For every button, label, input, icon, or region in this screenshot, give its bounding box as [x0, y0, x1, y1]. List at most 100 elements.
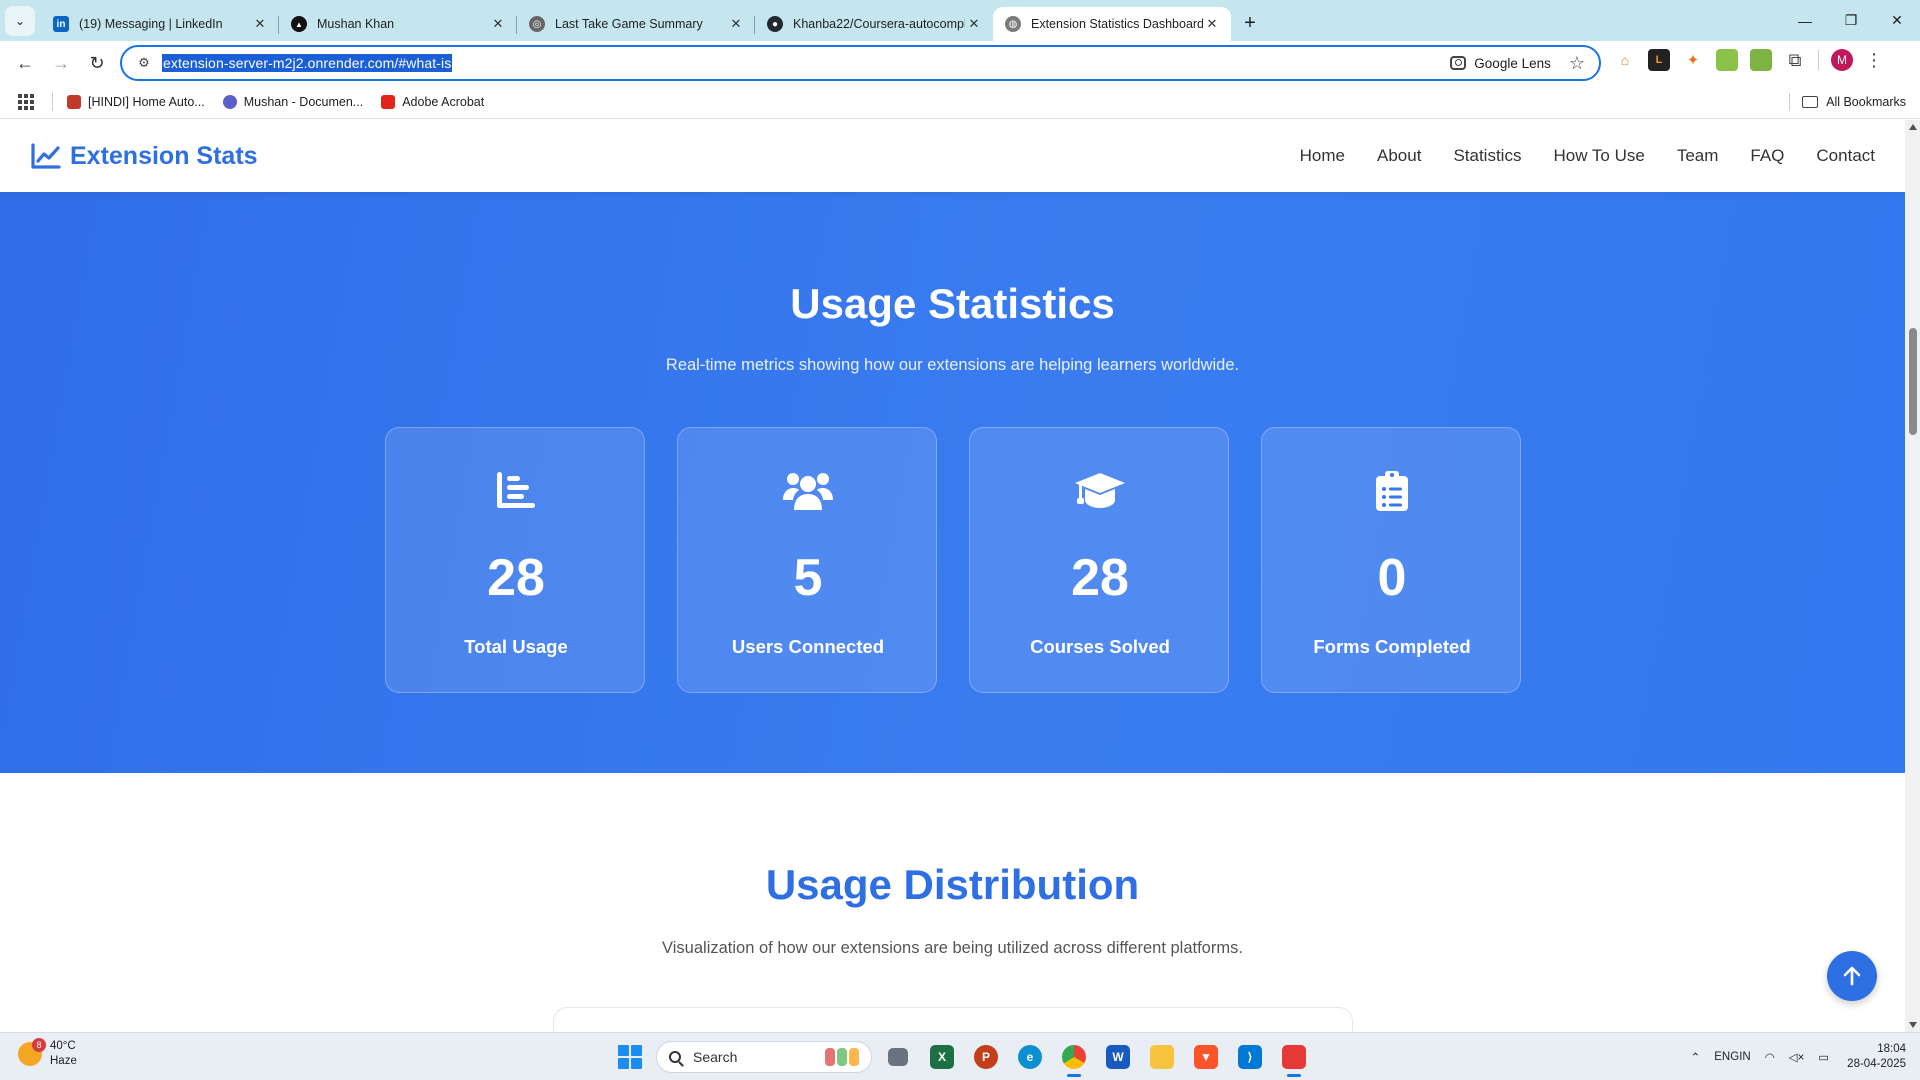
- page-viewport: Extension Stats Home About Statistics Ho…: [0, 120, 1905, 1032]
- lang-code: ENG: [1714, 1050, 1740, 1063]
- stat-card-courses-solved: 28 Courses Solved: [969, 427, 1229, 693]
- avatar[interactable]: M: [1831, 49, 1853, 71]
- edge-icon[interactable]: e: [1012, 1039, 1048, 1075]
- clock[interactable]: 18:04 28-04-2025: [1847, 1042, 1906, 1072]
- close-icon[interactable]: ✕: [727, 15, 745, 33]
- bookmark-item[interactable]: [HINDI] Home Auto...: [67, 94, 205, 109]
- folder-icon: [1802, 95, 1819, 108]
- linkedin-icon: in: [53, 16, 69, 32]
- bookmark-separator: [52, 92, 53, 111]
- close-icon[interactable]: ✕: [489, 15, 507, 33]
- extension-home-icon[interactable]: ⌂: [1614, 49, 1636, 71]
- nav-home[interactable]: Home: [1300, 146, 1345, 166]
- section-title: Usage Statistics: [790, 280, 1115, 327]
- weather-widget[interactable]: 8 40°C Haze: [18, 1038, 77, 1069]
- graduation-cap-icon: [970, 470, 1230, 514]
- bookmark-item[interactable]: Mushan - Documen...: [222, 94, 363, 109]
- site-logo[interactable]: Extension Stats: [31, 142, 258, 171]
- nav-faq[interactable]: FAQ: [1750, 146, 1784, 166]
- taskbar-search[interactable]: Search: [656, 1041, 872, 1073]
- forward-icon[interactable]: →: [44, 46, 78, 80]
- new-tab-button[interactable]: +: [1235, 8, 1265, 38]
- nav-contact[interactable]: Contact: [1816, 146, 1875, 166]
- task-view-icon[interactable]: [880, 1039, 916, 1075]
- vscode-icon[interactable]: ⟩: [1232, 1039, 1268, 1075]
- tab-github[interactable]: ● Khanba22/Coursera-autocompl ✕: [755, 7, 993, 41]
- excel-icon[interactable]: X: [924, 1039, 960, 1075]
- scrollbar-thumb[interactable]: [1909, 328, 1917, 435]
- back-icon[interactable]: ←: [8, 46, 42, 80]
- bookmark-item[interactable]: Adobe Acrobat: [381, 94, 484, 109]
- nav-about[interactable]: About: [1377, 146, 1421, 166]
- adobe-acrobat-icon: [381, 94, 396, 109]
- puzzle-icon[interactable]: ⧉: [1784, 50, 1806, 71]
- language-indicator[interactable]: ENG IN: [1714, 1050, 1750, 1065]
- metamask-fox-icon[interactable]: ✦: [1682, 49, 1704, 71]
- tab-game-summary[interactable]: ◎ Last Take Game Summary ✕: [517, 7, 755, 41]
- page-scrollbar[interactable]: [1905, 120, 1920, 1032]
- nav-how-to-use[interactable]: How To Use: [1553, 146, 1644, 166]
- powerpoint-icon[interactable]: P: [968, 1039, 1004, 1075]
- reload-icon[interactable]: ↻: [80, 46, 114, 80]
- tab-mushan-khan[interactable]: ▲ Mushan Khan ✕: [279, 7, 517, 41]
- stat-card-users-connected: 5 Users Connected: [677, 427, 937, 693]
- tab-search-button[interactable]: ⌄: [5, 6, 35, 36]
- brand-name: Extension Stats: [70, 141, 258, 170]
- browser-toolbar: ← → ↻ ⚙ extension-server-m2j2.onrender.c…: [0, 41, 1920, 85]
- chevron-up-icon[interactable]: ⌃: [1691, 1050, 1701, 1064]
- tab-title: Mushan Khan: [317, 17, 395, 31]
- extension-l-icon[interactable]: L: [1648, 49, 1670, 71]
- close-window-icon[interactable]: ✕: [1874, 0, 1920, 41]
- windows-start-icon[interactable]: [612, 1039, 648, 1075]
- line-chart-icon: [31, 143, 61, 169]
- scroll-down-arrow-icon[interactable]: [1909, 1022, 1917, 1028]
- pdf-app-icon[interactable]: [1276, 1039, 1312, 1077]
- stat-value: 28: [487, 549, 545, 607]
- restore-icon[interactable]: ❐: [1828, 0, 1874, 41]
- scroll-up-arrow-icon[interactable]: [1909, 124, 1917, 130]
- sun-haze-icon: 8: [18, 1038, 46, 1066]
- site-info-icon[interactable]: ⚙: [128, 55, 160, 71]
- tab-linkedin[interactable]: in (19) Messaging | LinkedIn ✕: [41, 7, 279, 41]
- extension-green-icon[interactable]: [1716, 49, 1738, 71]
- word-icon[interactable]: W: [1100, 1039, 1136, 1075]
- close-icon[interactable]: ✕: [1203, 15, 1221, 33]
- tab-extension-dashboard[interactable]: ◍ Extension Statistics Dashboard ✕: [993, 7, 1231, 41]
- chart-container: [553, 1007, 1353, 1032]
- close-icon[interactable]: ✕: [965, 15, 983, 33]
- weather-temp: 40°C: [50, 1040, 76, 1052]
- extension-green-icon[interactable]: [1750, 49, 1772, 71]
- clock-date: 28-04-2025: [1847, 1058, 1906, 1070]
- minimize-icon[interactable]: —: [1782, 0, 1828, 41]
- google-lens-button[interactable]: Google Lens: [1450, 56, 1551, 71]
- star-icon[interactable]: ☆: [1569, 53, 1585, 74]
- stat-value: 5: [793, 549, 823, 607]
- system-tray: ⌃ ENG IN ◠ ◁× ▭ 18:04 28-04-2025: [1677, 1039, 1906, 1075]
- clipboard-list-icon: [1262, 470, 1522, 514]
- stat-label: Total Usage: [464, 636, 568, 657]
- volume-muted-icon[interactable]: ◁×: [1789, 1050, 1805, 1064]
- wifi-icon[interactable]: ◠: [1765, 1050, 1775, 1064]
- nav-statistics[interactable]: Statistics: [1453, 146, 1521, 166]
- github-icon: ●: [767, 16, 783, 32]
- nav-team[interactable]: Team: [1677, 146, 1719, 166]
- close-icon[interactable]: ✕: [251, 15, 269, 33]
- stat-label: Forms Completed: [1313, 636, 1471, 657]
- section-title: Usage Distribution: [765, 861, 1140, 908]
- brave-icon[interactable]: ▼: [1188, 1039, 1224, 1075]
- back-to-top-button[interactable]: [1827, 951, 1877, 1001]
- stat-value: 28: [1071, 549, 1129, 607]
- address-text[interactable]: extension-server-m2j2.onrender.com/#what…: [162, 54, 453, 72]
- more-icon[interactable]: ⋮: [1865, 50, 1883, 71]
- taskbar-apps: Search X P e W ▼ ⟩: [612, 1039, 1312, 1077]
- bookmarks-bar: [HINDI] Home Auto... Mushan - Documen...…: [0, 85, 1920, 119]
- battery-icon[interactable]: ▭: [1818, 1050, 1829, 1064]
- section-subtitle: Real-time metrics showing how our extens…: [665, 356, 1240, 374]
- apps-grid-icon[interactable]: [18, 93, 34, 110]
- all-bookmarks-button[interactable]: All Bookmarks: [1802, 95, 1906, 109]
- tab-title: Extension Statistics Dashboard: [1031, 17, 1203, 31]
- chrome-icon[interactable]: [1056, 1039, 1092, 1077]
- file-explorer-icon[interactable]: [1144, 1039, 1180, 1075]
- address-bar[interactable]: ⚙ extension-server-m2j2.onrender.com/#wh…: [120, 45, 1601, 81]
- os-taskbar: 8 40°C Haze Search X P e W ▼ ⟩ ⌃ ENG IN …: [0, 1032, 1920, 1080]
